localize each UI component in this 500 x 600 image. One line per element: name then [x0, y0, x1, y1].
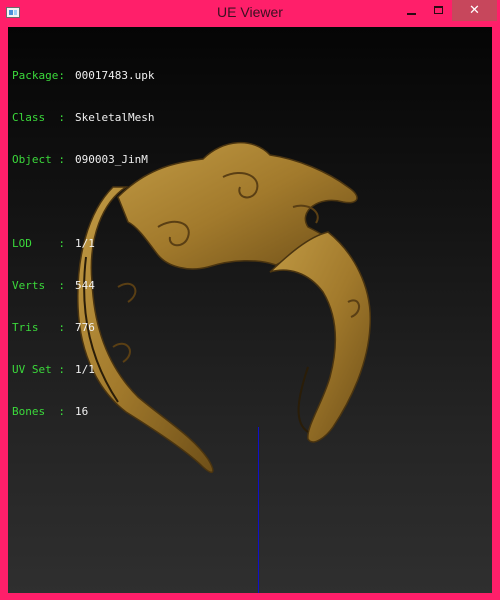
info-gap	[12, 195, 154, 209]
info-row-bones: Bones : 16	[12, 405, 154, 419]
close-button[interactable]: ✕	[452, 0, 497, 21]
info-value: 776	[75, 321, 95, 334]
info-label: UV Set :	[12, 363, 65, 376]
title-bar[interactable]: UE Viewer ✕	[0, 0, 500, 27]
info-row-tris: Tris : 776	[12, 321, 154, 335]
app-window: UE Viewer ✕ Package: 00017483.upk Class …	[0, 0, 500, 600]
info-label: Package:	[12, 69, 65, 82]
mesh-right-arm	[269, 231, 372, 443]
mesh-info-panel: Package: 00017483.upk Class : SkeletalMesh…	[12, 41, 154, 447]
info-value: 00017483.upk	[75, 69, 155, 82]
z-axis-line	[258, 427, 259, 593]
minimize-button[interactable]	[398, 0, 426, 21]
info-label: Class :	[12, 111, 65, 124]
info-value: 16	[75, 405, 89, 418]
info-label: Tris :	[12, 321, 65, 334]
info-label: Bones :	[12, 405, 65, 418]
info-value: SkeletalMesh	[75, 111, 155, 124]
maximize-icon	[434, 6, 443, 14]
info-value: 1/1	[75, 363, 95, 376]
info-row-package: Package: 00017483.upk	[12, 69, 154, 83]
minimize-icon	[407, 13, 416, 15]
3d-viewport[interactable]: Package: 00017483.upk Class : SkeletalMesh…	[8, 27, 492, 593]
info-value: 090003_JinM	[75, 153, 148, 166]
info-row-uvset: UV Set : 1/1	[12, 363, 154, 377]
info-value: 544	[75, 279, 95, 292]
info-row-class: Class : SkeletalMesh	[12, 111, 154, 125]
info-label: LOD :	[12, 237, 65, 250]
close-icon: ✕	[469, 3, 480, 18]
info-row-verts: Verts : 544	[12, 279, 154, 293]
info-label: Verts :	[12, 279, 65, 292]
info-label: Object :	[12, 153, 65, 166]
info-row-object: Object : 090003_JinM	[12, 153, 154, 167]
info-row-lod: LOD : 1/1	[12, 237, 154, 251]
info-value: 1/1	[75, 237, 95, 250]
maximize-button[interactable]	[426, 0, 452, 21]
